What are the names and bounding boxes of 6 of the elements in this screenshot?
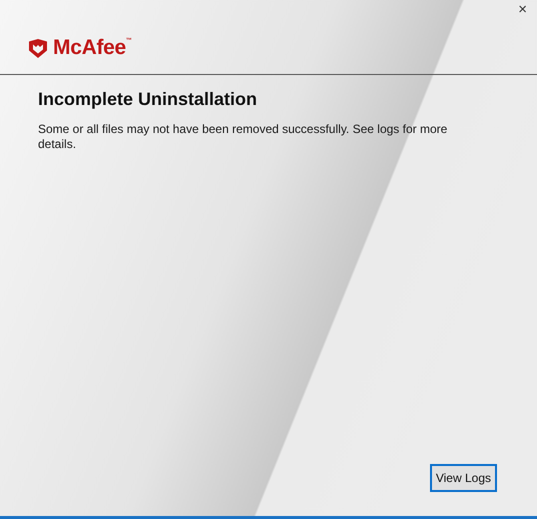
dialog-title: Incomplete Uninstallation [38, 89, 258, 110]
dialog-message: Some or all files may not have been removed successfully. See logs for more details. [38, 122, 448, 152]
brand-logo-text: McAfee$^{™}$ [53, 37, 132, 59]
close-button[interactable]: × [514, 2, 531, 18]
shield-icon [28, 38, 48, 58]
view-logs-button[interactable]: View Logs [430, 464, 497, 492]
